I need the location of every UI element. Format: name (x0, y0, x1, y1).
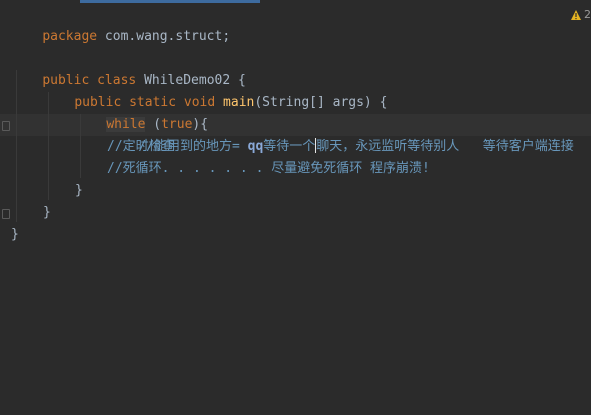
package-name: com.wang.struct; (97, 29, 231, 44)
warning-icon (571, 9, 581, 20)
code-line-8[interactable]: //死循环. . . . . . . 尽量避免死循环 程序崩溃! (107, 158, 430, 180)
warning-count: 2 (584, 8, 591, 21)
fold-marker[interactable] (2, 121, 10, 131)
code-line-7[interactable]: //定时检查 (107, 136, 175, 158)
code-line-1[interactable]: package com.wang.struct; (11, 4, 230, 44)
code-line-3[interactable]: public class WhileDemo02 { (11, 48, 246, 88)
comment-mid: 等待一个 (263, 139, 316, 154)
fold-marker[interactable] (2, 209, 10, 219)
method-name: main (223, 95, 255, 110)
code-editor[interactable]: 2 package com.wang.struct; public class … (0, 0, 591, 415)
code-line-9[interactable]: } (75, 180, 83, 202)
active-tab-indicator (80, 0, 260, 3)
comment-after: 聊天，永远监听等待别人 等待客户端连接 (316, 139, 574, 154)
code-line-4[interactable]: public static void main(String[] args) { (43, 70, 387, 110)
method-signature: (String[] args) { (254, 95, 388, 110)
code-line-6[interactable]: //能用到的地方= qq等待一个聊天，永远监听等待别人 等待客户端连接 (107, 114, 574, 154)
comment-qq: qq (247, 139, 264, 154)
code-line-5[interactable]: while (true){ (75, 92, 208, 132)
warning-indicator[interactable]: 2 (570, 8, 591, 21)
code-line-10[interactable]: } (43, 202, 51, 224)
package-keyword: package (42, 29, 98, 44)
code-line-11[interactable]: } (11, 224, 19, 246)
